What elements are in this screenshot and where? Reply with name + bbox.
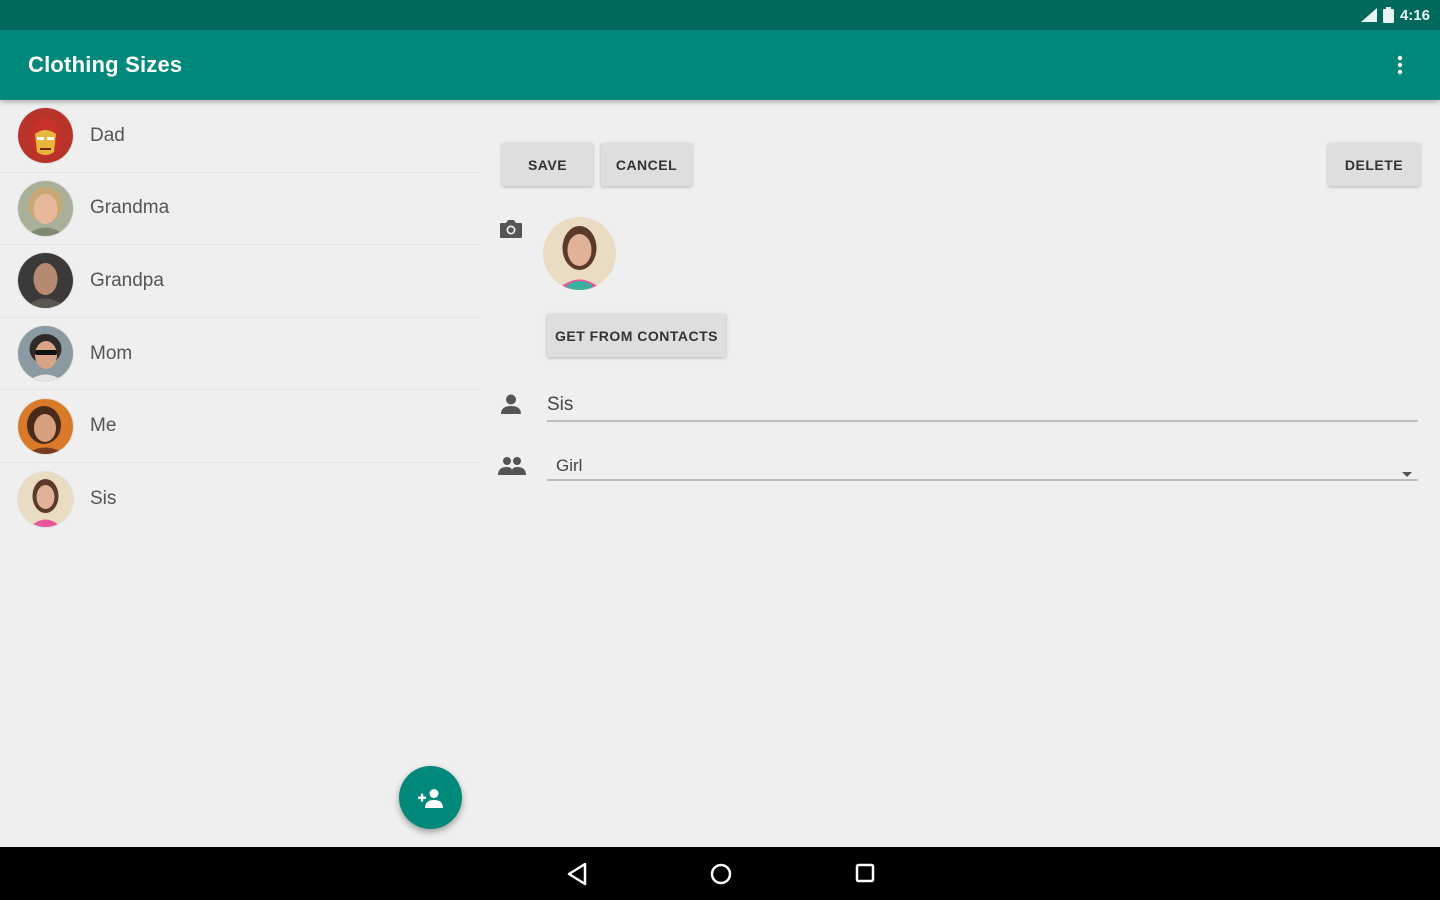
person-list: Dad Grandma Grandpa Mom Me Sis bbox=[0, 100, 480, 536]
mom-avatar bbox=[18, 326, 73, 382]
list-item-mom[interactable]: Mom bbox=[0, 318, 480, 391]
list-item-grandpa[interactable]: Grandpa bbox=[0, 245, 480, 318]
more-vert-icon bbox=[1397, 55, 1403, 75]
list-item-me[interactable]: Me bbox=[0, 390, 480, 463]
person-name: Mom bbox=[90, 342, 133, 364]
get-from-contacts-button[interactable]: GET FROM CONTACTS bbox=[547, 314, 726, 357]
home-icon[interactable] bbox=[709, 862, 733, 891]
name-input[interactable]: Sis bbox=[547, 388, 1418, 422]
group-select[interactable]: Girl bbox=[547, 452, 1418, 481]
list-item-grandma[interactable]: Grandma bbox=[0, 173, 480, 246]
person-name: Grandpa bbox=[90, 269, 164, 291]
person-name: Sis bbox=[90, 488, 117, 510]
detail-avatar[interactable] bbox=[543, 217, 616, 290]
back-icon[interactable] bbox=[566, 862, 588, 891]
navigation-bar bbox=[0, 847, 1440, 900]
battery-icon bbox=[1382, 7, 1394, 23]
list-item-sis[interactable]: Sis bbox=[0, 463, 480, 536]
me-avatar bbox=[18, 398, 73, 454]
group-select-value: Girl bbox=[556, 456, 583, 475]
iron-man-avatar bbox=[18, 108, 73, 164]
add-person-button[interactable] bbox=[399, 766, 462, 829]
app-bar: Clothing Sizes bbox=[0, 30, 1440, 100]
grandma-avatar bbox=[18, 180, 73, 236]
save-button[interactable]: SAVE bbox=[502, 143, 593, 186]
status-bar: 4:16 bbox=[0, 0, 1440, 30]
person-name: Grandma bbox=[90, 197, 170, 219]
delete-button[interactable]: DELETE bbox=[1328, 143, 1420, 186]
person-name: Me bbox=[90, 415, 117, 437]
group-icon bbox=[498, 456, 526, 481]
list-item-dad[interactable]: Dad bbox=[0, 100, 480, 173]
cancel-button[interactable]: CANCEL bbox=[601, 143, 692, 186]
recents-icon[interactable] bbox=[854, 862, 876, 889]
camera-icon[interactable] bbox=[499, 219, 523, 244]
app-title: Clothing Sizes bbox=[28, 52, 183, 77]
overflow-menu-button[interactable] bbox=[1388, 50, 1412, 80]
sis-avatar bbox=[18, 471, 73, 527]
grandpa-avatar bbox=[18, 253, 73, 309]
person-name: Dad bbox=[90, 124, 125, 146]
person-icon bbox=[500, 393, 522, 420]
dropdown-arrow-icon bbox=[1402, 462, 1412, 482]
signal-icon bbox=[1360, 8, 1377, 22]
person-add-icon bbox=[417, 788, 443, 808]
status-time: 4:16 bbox=[1399, 6, 1430, 24]
